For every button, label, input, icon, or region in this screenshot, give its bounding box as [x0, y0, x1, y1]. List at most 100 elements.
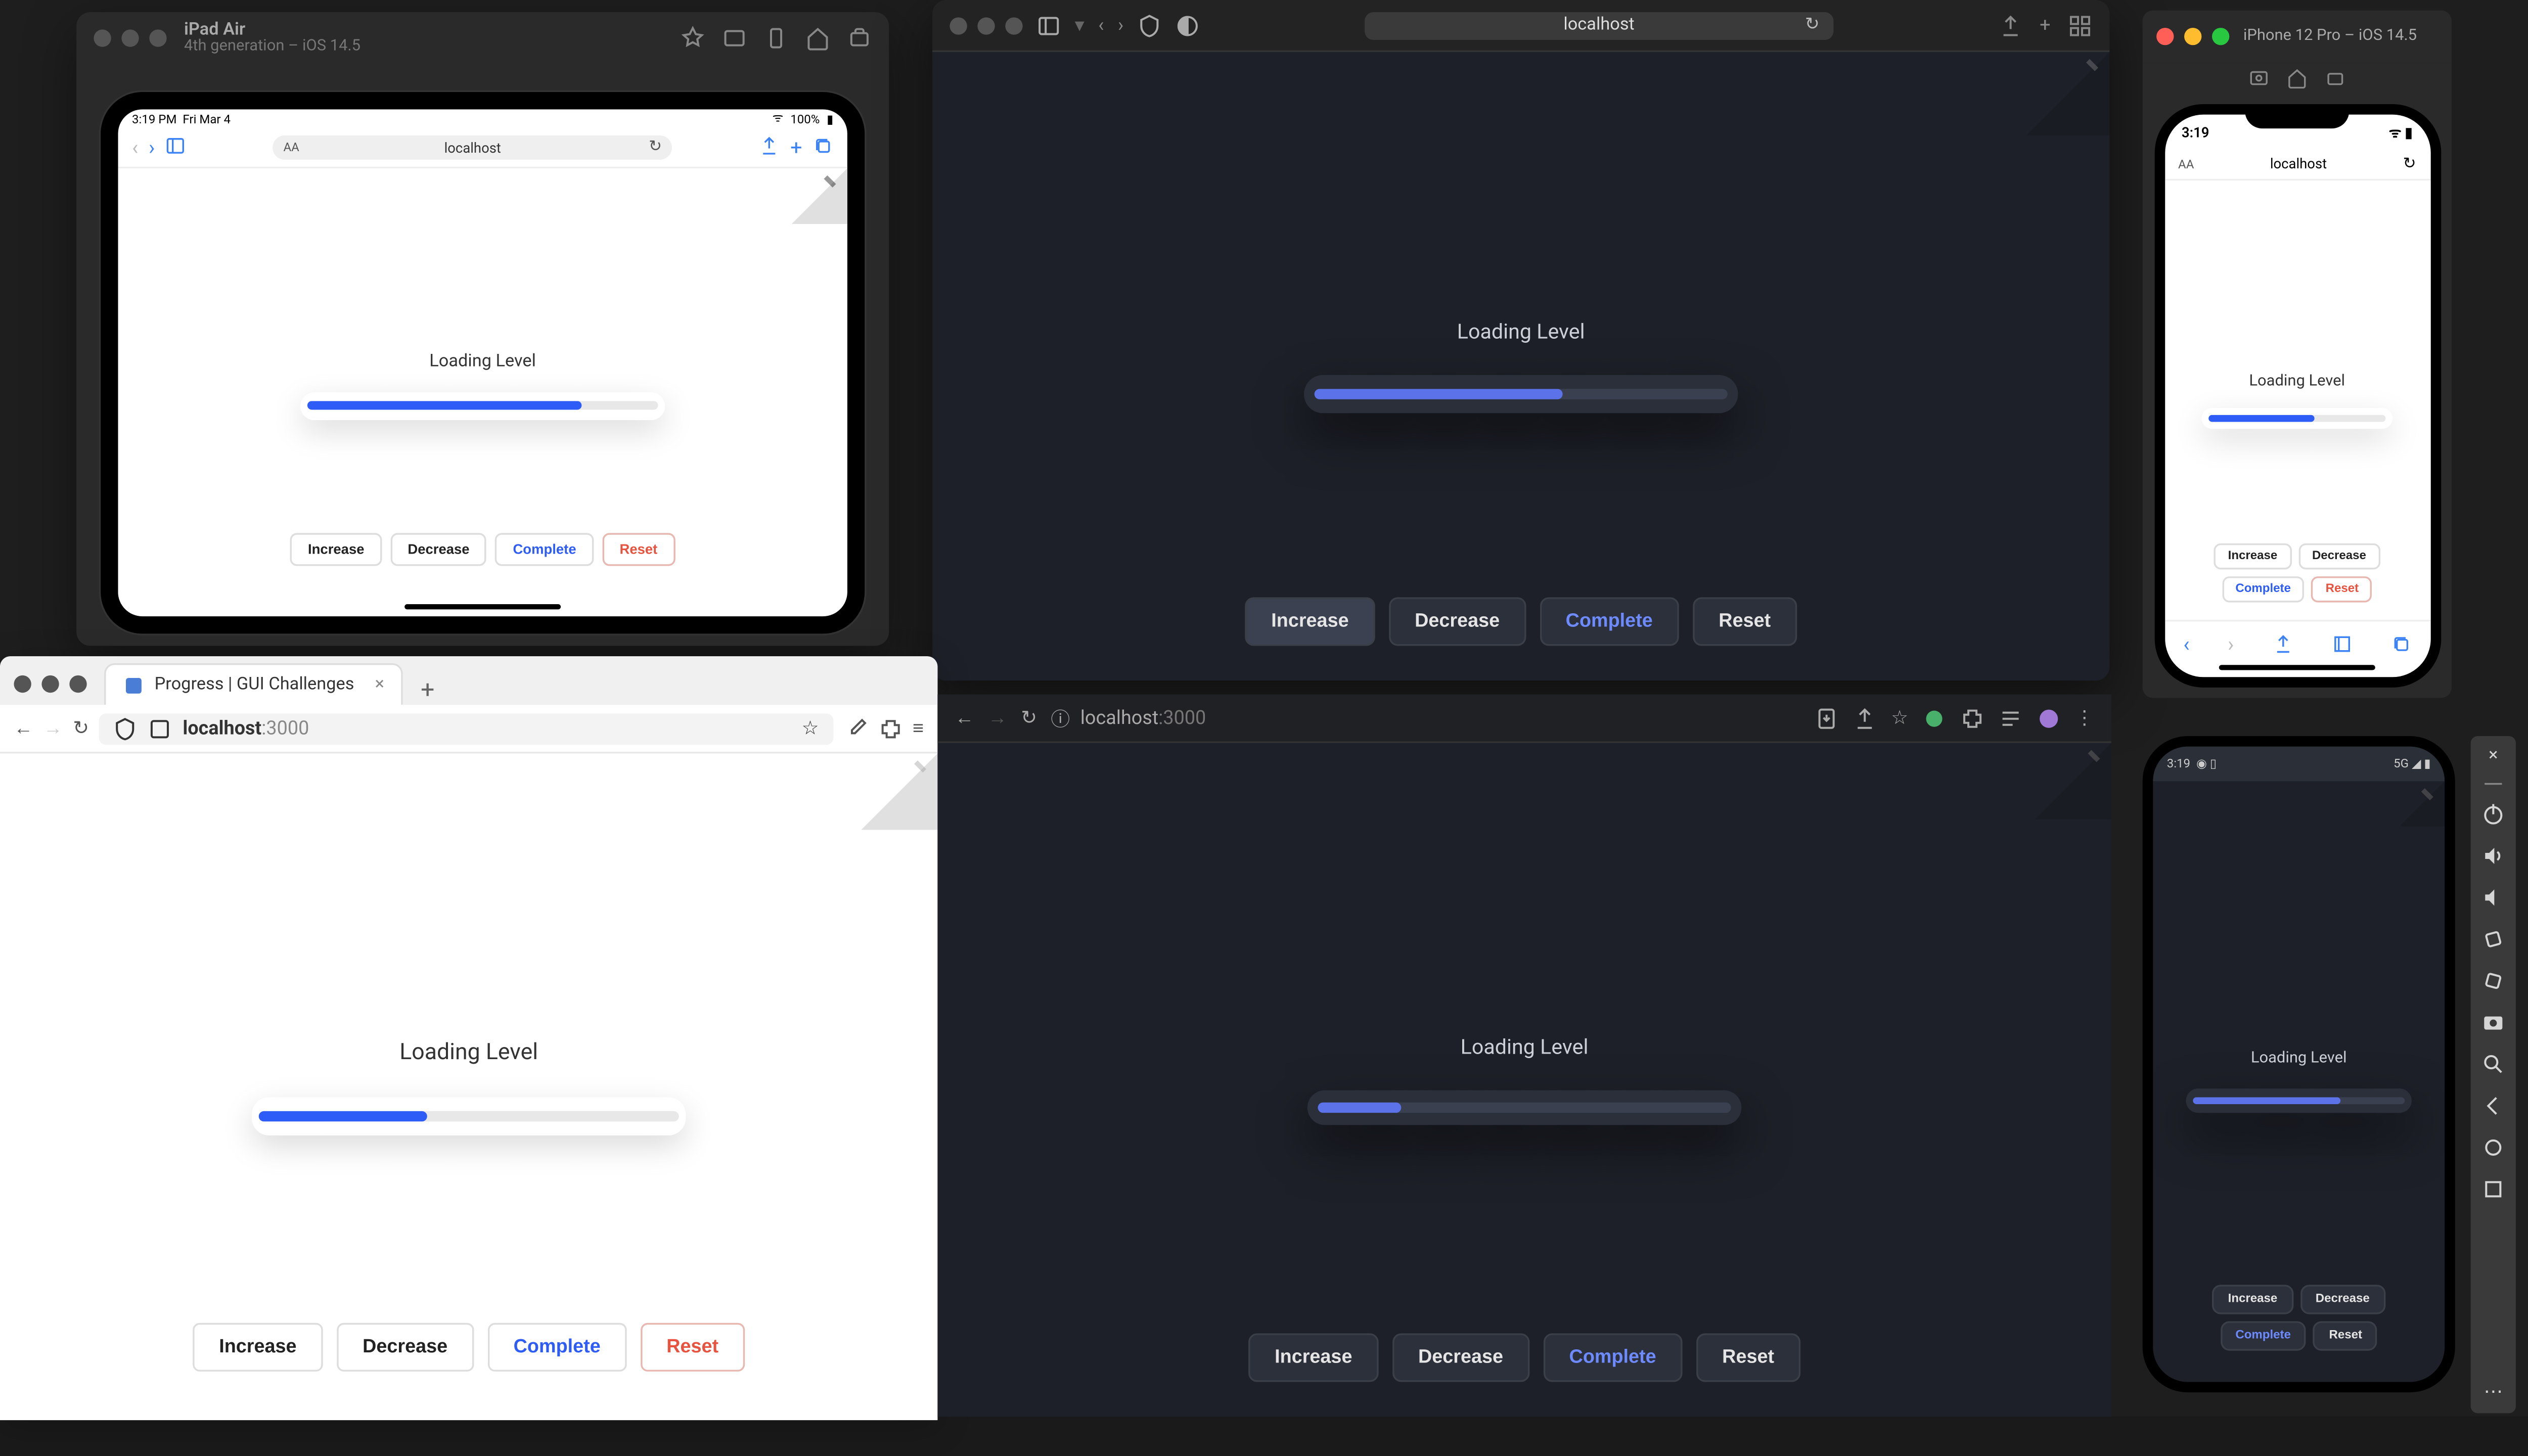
reading-list-icon[interactable] [1999, 706, 2023, 730]
volume-up-icon[interactable] [2481, 844, 2505, 868]
reader-icon[interactable]: AA [2178, 157, 2194, 171]
reset-button[interactable]: Reset [1696, 1333, 1800, 1382]
back-button[interactable]: ← [14, 717, 33, 740]
menu-button[interactable]: ≡ [913, 717, 924, 740]
overview-nav-icon[interactable] [2481, 1177, 2505, 1201]
zoom-icon[interactable] [2481, 1052, 2505, 1076]
profile-icon[interactable] [2037, 706, 2061, 730]
close-icon[interactable]: × [2489, 747, 2498, 766]
share-icon[interactable] [1998, 13, 2022, 37]
extension-icon[interactable] [1922, 706, 1947, 730]
decrease-button[interactable]: Decrease [390, 532, 487, 565]
url-field[interactable]: AA localhost ↻ [273, 135, 672, 160]
tabs-icon[interactable] [2390, 633, 2411, 654]
home-icon[interactable] [2287, 68, 2308, 88]
sidebar-icon[interactable] [1036, 13, 1061, 37]
info-icon[interactable] [148, 716, 172, 741]
reset-button[interactable]: Reset [2312, 576, 2372, 603]
home-indicator[interactable] [404, 603, 561, 608]
reload-icon[interactable]: ↻ [1805, 16, 1820, 35]
close-tab-icon[interactable]: × [375, 675, 384, 695]
screenshot-icon[interactable] [2248, 68, 2269, 88]
url-field[interactable]: localhost:3000 ☆ [99, 713, 832, 744]
share-icon[interactable] [759, 134, 780, 161]
more-icon[interactable]: ⋯ [2484, 1380, 2503, 1403]
back-button[interactable]: ‹ [1098, 14, 1104, 36]
reset-button[interactable]: Reset [602, 532, 675, 565]
rotate-left-icon[interactable] [2481, 927, 2505, 951]
screenshot-icon[interactable] [723, 26, 747, 51]
decrease-button[interactable]: Decrease [2300, 1285, 2385, 1314]
new-tab-icon[interactable]: + [2040, 13, 2050, 37]
decrease-button[interactable]: Decrease [1389, 597, 1526, 646]
decrease-button[interactable]: Decrease [1392, 1333, 1529, 1382]
minimize-icon[interactable] [2485, 783, 2502, 785]
reload-icon[interactable]: ↻ [649, 139, 662, 156]
toolbox-icon[interactable] [847, 26, 872, 51]
home-icon[interactable] [805, 26, 830, 51]
complete-button[interactable]: Complete [495, 532, 594, 565]
window-traffic-lights[interactable] [14, 675, 86, 693]
bookmark-star-icon[interactable]: ☆ [1891, 706, 1908, 730]
increase-button[interactable]: Increase [291, 532, 382, 565]
appearance-icon[interactable] [1176, 13, 1200, 37]
volume-down-icon[interactable] [2481, 885, 2505, 909]
forward-button[interactable]: → [43, 717, 63, 740]
sidebar-icon[interactable] [165, 134, 186, 161]
install-icon[interactable] [1815, 706, 1839, 730]
eyedropper-icon[interactable] [843, 716, 868, 741]
reset-button[interactable]: Reset [2314, 1321, 2378, 1350]
rotate-icon[interactable] [764, 26, 788, 51]
tabs-icon[interactable] [812, 134, 833, 161]
menu-button[interactable]: ⋮ [2075, 706, 2094, 730]
share-icon[interactable] [1853, 706, 1877, 730]
decrease-button[interactable]: Decrease [2298, 543, 2380, 570]
increase-button[interactable]: Increase [1245, 597, 1375, 646]
complete-button[interactable]: Complete [487, 1323, 626, 1372]
home-indicator[interactable] [2219, 665, 2375, 670]
forward-button[interactable]: › [1118, 14, 1123, 36]
forward-button[interactable]: → [988, 707, 1007, 730]
reload-button[interactable]: ↻ [1021, 707, 1037, 730]
increase-button[interactable]: Increase [1249, 1333, 1378, 1382]
complete-button[interactable]: Complete [1543, 1333, 1682, 1382]
complete-button[interactable]: Complete [2222, 576, 2305, 603]
extensions-puzzle-icon[interactable] [1960, 706, 1984, 730]
site-info-icon[interactable]: ⓘ [1051, 704, 1070, 732]
reload-button[interactable]: ↻ [73, 717, 89, 740]
back-button[interactable]: ‹ [2183, 631, 2189, 655]
reload-icon[interactable]: ↻ [2403, 155, 2416, 172]
url-field[interactable]: localhost ↻ [1365, 11, 1833, 39]
complete-button[interactable]: Complete [2220, 1321, 2306, 1350]
url-field[interactable]: ⓘ localhost:3000 [1051, 704, 1800, 732]
shield-icon[interactable] [1138, 13, 1162, 37]
pin-icon[interactable] [681, 26, 705, 51]
complete-button[interactable]: Complete [1540, 597, 1679, 646]
decrease-button[interactable]: Decrease [337, 1323, 474, 1372]
share-icon[interactable] [2272, 633, 2293, 654]
window-traffic-lights[interactable] [94, 29, 166, 47]
back-nav-icon[interactable] [2481, 1094, 2505, 1118]
forward-button[interactable]: › [2228, 631, 2234, 655]
increase-button[interactable]: Increase [2213, 1285, 2293, 1314]
back-button[interactable]: ← [955, 707, 974, 730]
browser-tab[interactable]: Progress | GUI Challenges × [104, 663, 403, 705]
reset-button[interactable]: Reset [1693, 597, 1797, 646]
forward-button[interactable]: › [149, 135, 155, 160]
reader-icon[interactable]: AA [283, 141, 299, 154]
new-tab-icon[interactable]: + [790, 135, 802, 160]
extensions-icon[interactable] [878, 716, 902, 741]
back-button[interactable]: ‹ [132, 135, 138, 160]
tabs-grid-icon[interactable] [2068, 13, 2092, 37]
rotate-right-icon[interactable] [2481, 969, 2505, 993]
toolbox-icon[interactable] [2325, 68, 2345, 88]
home-nav-icon[interactable] [2481, 1135, 2505, 1160]
window-traffic-lights[interactable] [2156, 28, 2229, 45]
new-tab-button[interactable]: + [411, 677, 445, 705]
increase-button[interactable]: Increase [193, 1323, 323, 1372]
shield-icon[interactable] [113, 716, 138, 741]
power-icon[interactable] [2481, 802, 2505, 827]
window-traffic-lights[interactable] [950, 17, 1022, 34]
bookmark-star-icon[interactable]: ☆ [802, 717, 819, 740]
reset-button[interactable]: Reset [641, 1323, 745, 1372]
